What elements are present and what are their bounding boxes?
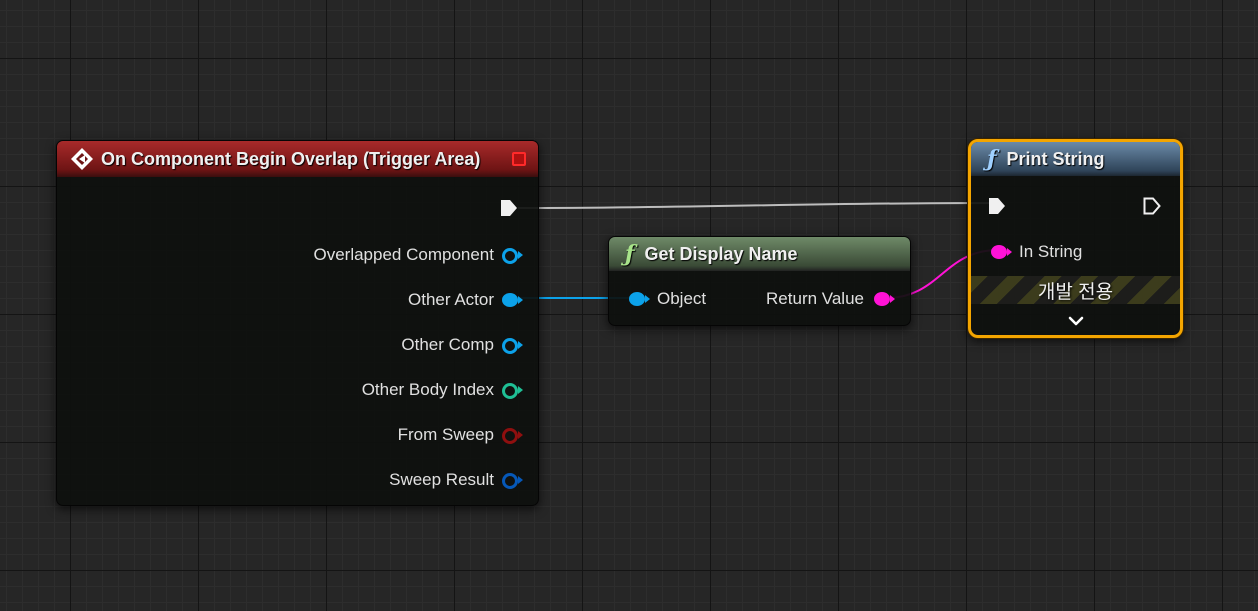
pin-other-actor[interactable]: Other Actor <box>408 288 523 312</box>
object-pin-icon[interactable] <box>629 291 650 307</box>
exec-output-pin[interactable] <box>499 198 519 218</box>
event-node-title: On Component Begin Overlap (Trigger Area… <box>101 148 481 169</box>
event-node-component-begin-overlap[interactable]: On Component Begin Overlap (Trigger Area… <box>56 140 539 506</box>
pin-other-body-index[interactable]: Other Body Index <box>361 378 523 402</box>
pin-label: From Sweep <box>397 425 494 444</box>
string-pin-icon[interactable] <box>874 291 895 307</box>
print-string-node[interactable]: ƒ Print String In String 개발 전용 <box>968 139 1183 338</box>
exec-input-pin[interactable] <box>987 196 1007 216</box>
function-icon: ƒ <box>625 241 635 267</box>
function-icon: ƒ <box>987 146 997 172</box>
pin-sweep-result[interactable]: Sweep Result <box>389 468 523 492</box>
exec-output-pin[interactable] <box>1142 196 1162 216</box>
development-only-banner: 개발 전용 <box>971 276 1180 304</box>
print-string-header[interactable]: ƒ Print String <box>971 142 1180 176</box>
development-only-label: 개발 전용 <box>1037 281 1114 303</box>
event-diamond-icon <box>71 148 93 170</box>
pin-from-sweep[interactable]: From Sweep <box>397 423 523 447</box>
object-pin-icon[interactable] <box>502 292 523 308</box>
chevron-down-icon[interactable] <box>1067 315 1085 327</box>
pin-other-comp[interactable]: Other Comp <box>401 333 523 357</box>
pin-return-value[interactable]: Return Value <box>766 287 895 311</box>
object-pin-icon[interactable] <box>502 337 523 354</box>
boolean-pin-icon[interactable] <box>502 427 523 444</box>
struct-pin-icon[interactable] <box>502 472 523 489</box>
exec-wire[interactable] <box>517 202 993 209</box>
get-display-name-header[interactable]: ƒ Get Display Name <box>609 237 910 271</box>
get-display-name-title: Get Display Name <box>644 243 798 264</box>
pin-label: In String <box>1019 242 1083 261</box>
pin-object[interactable]: Object <box>629 287 706 311</box>
pin-label: Other Body Index <box>361 380 494 399</box>
print-string-title: Print String <box>1006 148 1105 169</box>
pin-label: Other Actor <box>408 290 494 309</box>
object-pin-icon[interactable] <box>502 247 523 264</box>
integer-pin-icon[interactable] <box>502 382 523 399</box>
event-node-header[interactable]: On Component Begin Overlap (Trigger Area… <box>57 141 538 177</box>
pin-label: Other Comp <box>401 335 494 354</box>
pin-label: Object <box>657 289 707 308</box>
pin-label: Sweep Result <box>389 470 494 489</box>
pin-in-string[interactable]: In String <box>991 240 1082 264</box>
pin-overlapped-component[interactable]: Overlapped Component <box>313 243 523 267</box>
pin-label: Return Value <box>766 289 864 308</box>
delegate-output-pin[interactable] <box>512 152 526 166</box>
string-pin-icon[interactable] <box>991 244 1012 260</box>
get-display-name-node[interactable]: ƒ Get Display Name Object Return Value <box>608 236 911 326</box>
pin-label: Overlapped Component <box>313 245 494 264</box>
